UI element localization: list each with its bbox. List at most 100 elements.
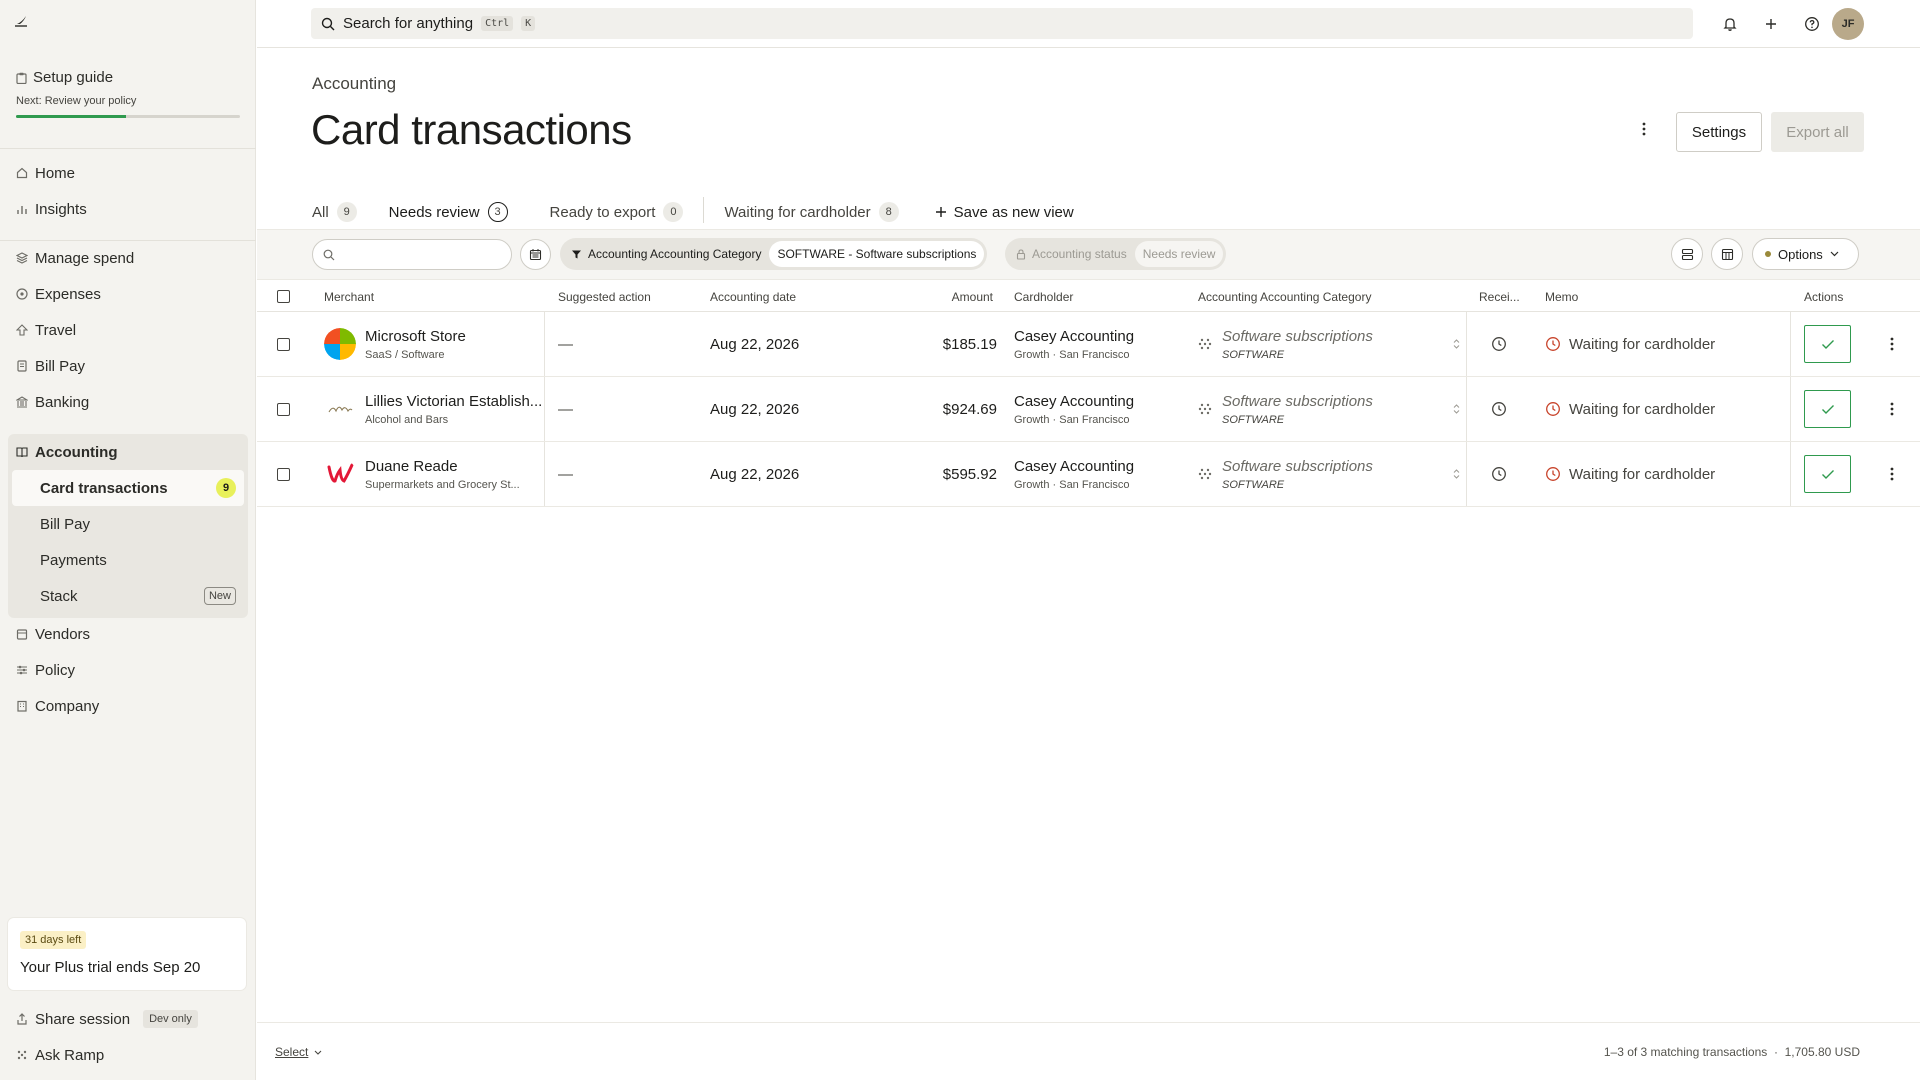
memo-text: Waiting for cardholder (1569, 335, 1716, 353)
column-memo[interactable]: Memo (1545, 280, 1578, 313)
tab-label: Waiting for cardholder (724, 203, 871, 221)
row-more-options-icon[interactable] (1890, 442, 1894, 506)
setup-progress-bar (16, 115, 240, 118)
select-dropdown[interactable]: Select (275, 1045, 322, 1059)
shortcut-key-ctrl: Ctrl (481, 16, 514, 31)
table-header: Merchant Suggested action Accounting dat… (257, 279, 1920, 312)
merchant-cell[interactable]: Duane Reade Supermarkets and Grocery St.… (324, 442, 520, 506)
approve-button[interactable] (1804, 377, 1851, 441)
status-filter-chip[interactable]: Accounting status Needs review (1005, 238, 1227, 270)
category-select[interactable]: Software subscriptions SOFTWARE (1198, 377, 1460, 441)
cardholder-cell[interactable]: Casey Accounting Growth · San Francisco (1014, 312, 1134, 376)
setup-guide[interactable]: Setup guide Next: Review your policy (16, 69, 240, 118)
help-icon[interactable] (1800, 12, 1824, 36)
date-filter-button[interactable] (520, 239, 551, 270)
row-checkbox[interactable] (277, 377, 290, 441)
more-options-icon[interactable] (1642, 122, 1646, 136)
sidebar-item-label: Payments (40, 551, 107, 569)
plus-icon[interactable] (1759, 12, 1783, 36)
new-badge: New (203, 587, 236, 605)
accounting-date: Aug 22, 2026 (710, 400, 800, 418)
table-body: Microsoft Store SaaS / Software — Aug 22… (257, 312, 1920, 507)
sidebar-item-label: Company (35, 697, 100, 715)
status-dot-icon (1765, 251, 1771, 257)
merchant-category: Alcohol and Bars (365, 413, 449, 426)
sidebar-item-accounting[interactable]: Accounting (8, 434, 248, 470)
trial-card[interactable]: 31 days left Your Plus trial ends Sep 20 (8, 918, 246, 990)
sidebar-item-home[interactable]: Home (8, 155, 248, 191)
sidebar-item-manage-spend[interactable]: Manage spend (8, 240, 248, 276)
tab-needs-review[interactable]: Needs review 3 (372, 190, 524, 231)
memo-status[interactable]: Waiting for cardholder (1545, 442, 1715, 506)
approve-button[interactable] (1804, 442, 1851, 506)
sidebar-item-card-transactions[interactable]: Card transactions 9 (12, 470, 244, 506)
sidebar-item-accounting-bill-pay[interactable]: Bill Pay (12, 506, 244, 542)
column-suggested-action[interactable]: Suggested action (558, 280, 651, 313)
save-as-new-view-button[interactable]: Save as new view (935, 190, 1074, 230)
row-more-options-icon[interactable] (1890, 312, 1894, 376)
memo-status[interactable]: Waiting for cardholder (1545, 377, 1715, 441)
settings-button[interactable]: Settings (1676, 112, 1762, 152)
table-row[interactable]: Microsoft Store SaaS / Software — Aug 22… (257, 312, 1920, 377)
tab-all[interactable]: All 9 (312, 190, 357, 230)
row-more-options-icon[interactable] (1890, 377, 1894, 441)
approve-button[interactable] (1804, 312, 1851, 376)
sidebar: Setup guide Next: Review your policy Hom… (0, 0, 256, 1080)
search-placeholder: Search for anything (343, 15, 474, 32)
sidebar-item-label: Home (35, 164, 76, 182)
column-amount[interactable]: Amount (943, 280, 993, 313)
row-checkbox[interactable] (277, 312, 290, 376)
column-merchant[interactable]: Merchant (324, 280, 374, 313)
tab-ready-to-export[interactable]: Ready to export 0 (550, 190, 684, 230)
check-icon (1821, 404, 1835, 415)
sidebar-item-banking[interactable]: Banking (8, 384, 248, 420)
coin-icon (16, 288, 28, 300)
merchant-cell[interactable]: Microsoft Store SaaS / Software (324, 312, 466, 376)
category-select[interactable]: Software subscriptions SOFTWARE (1198, 442, 1460, 506)
receipt-pending-icon[interactable] (1491, 442, 1507, 506)
breadcrumb[interactable]: Accounting (312, 74, 396, 94)
sidebar-item-bill-pay[interactable]: Bill Pay (8, 348, 248, 384)
sidebar-item-company[interactable]: Company (8, 688, 248, 724)
sidebar-item-policy[interactable]: Policy (8, 652, 248, 688)
column-cardholder[interactable]: Cardholder (1014, 280, 1073, 313)
sidebar-item-insights[interactable]: Insights (8, 191, 248, 227)
bell-icon[interactable] (1718, 12, 1742, 36)
sidebar-item-payments[interactable]: Payments (12, 542, 244, 578)
columns-button[interactable] (1711, 238, 1743, 270)
options-dropdown[interactable]: Options (1752, 238, 1859, 270)
group-rows-button[interactable] (1671, 238, 1703, 270)
table-search-input[interactable] (312, 239, 512, 270)
category-filter-label: Accounting Accounting Category (588, 247, 762, 261)
global-search-input[interactable]: Search for anything Ctrl K (311, 8, 1693, 39)
receipt-pending-icon[interactable] (1491, 377, 1507, 441)
receipt-pending-icon[interactable] (1491, 312, 1507, 376)
user-avatar[interactable]: JF (1832, 8, 1864, 40)
share-session-button[interactable]: Share session Dev only (8, 1001, 248, 1037)
table-row[interactable]: Duane Reade Supermarkets and Grocery St.… (257, 442, 1920, 507)
column-accounting-date[interactable]: Accounting date (710, 280, 796, 313)
export-all-button[interactable]: Export all (1771, 112, 1864, 152)
category-filter-value[interactable]: SOFTWARE - Software subscriptions (769, 241, 985, 267)
table-row[interactable]: Lillies Victorian Establish... Alcohol a… (257, 377, 1920, 442)
cardholder-cell[interactable]: Casey Accounting Growth · San Francisco (1014, 442, 1134, 506)
category-filter-chip[interactable]: Accounting Accounting Category SOFTWARE … (560, 238, 988, 270)
column-accounting-category[interactable]: Accounting Accounting Category (1198, 280, 1371, 313)
sidebar-item-expenses[interactable]: Expenses (8, 276, 248, 312)
top-bar: Search for anything Ctrl K JF (257, 0, 1920, 48)
row-checkbox[interactable] (277, 442, 290, 506)
column-receipt[interactable]: Recei... (1479, 280, 1520, 313)
tab-waiting-for-cardholder[interactable]: Waiting for cardholder 8 (724, 190, 899, 230)
setup-guide-title: Setup guide (33, 69, 114, 86)
ask-ramp-button[interactable]: Ask Ramp (8, 1037, 248, 1073)
merchant-cell[interactable]: Lillies Victorian Establish... Alcohol a… (324, 377, 542, 441)
category-select[interactable]: Software subscriptions SOFTWARE (1198, 312, 1460, 376)
sidebar-item-stack[interactable]: Stack New (12, 578, 244, 614)
top-actions (1718, 12, 1824, 36)
select-all-checkbox[interactable] (277, 280, 290, 313)
sidebar-item-travel[interactable]: Travel (8, 312, 248, 348)
sidebar-item-vendors[interactable]: Vendors (8, 616, 248, 652)
ramp-logo-icon[interactable] (14, 14, 30, 28)
memo-status[interactable]: Waiting for cardholder (1545, 312, 1715, 376)
cardholder-cell[interactable]: Casey Accounting Growth · San Francisco (1014, 377, 1134, 441)
